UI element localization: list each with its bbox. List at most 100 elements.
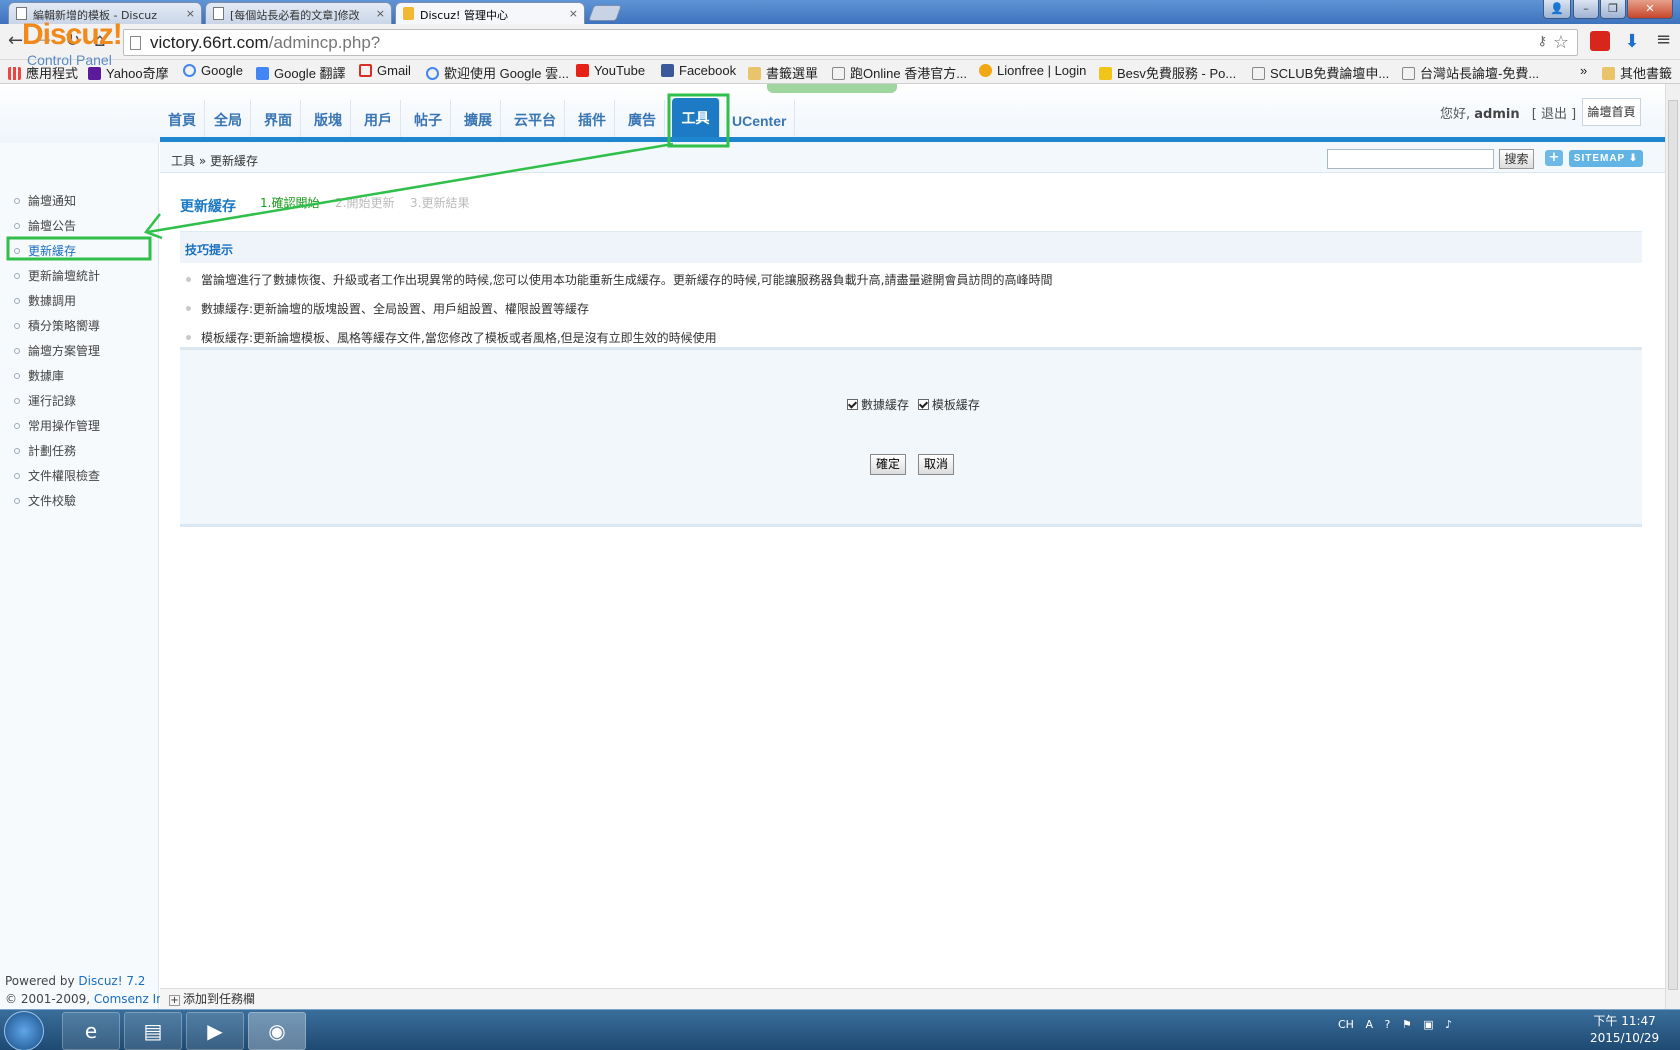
download-icon[interactable]: ⬇ (1622, 31, 1642, 52)
close-window-button[interactable]: ✕ (1627, 0, 1673, 19)
chrome-menu-icon[interactable]: ≡ (1656, 31, 1671, 49)
discuz-logo[interactable]: Discuz! (22, 18, 123, 52)
scrollbar-thumb[interactable] (1668, 100, 1678, 990)
user-profile-icon[interactable]: 👤 (1543, 0, 1571, 19)
discuz-link[interactable]: Discuz! 7.2 (78, 974, 145, 988)
back-button[interactable]: ← (8, 32, 23, 50)
nav-ucenter[interactable]: UCenter (724, 100, 796, 138)
page-icon (213, 7, 224, 20)
network-icon[interactable]: ▣ (1423, 1018, 1433, 1031)
bullet-icon (14, 498, 20, 504)
nav-tools[interactable]: 工具 (672, 98, 720, 138)
flag-icon[interactable]: ⚑ (1402, 1018, 1412, 1031)
media-player-icon[interactable]: ▶ (186, 1012, 244, 1050)
add-shortcut-button[interactable]: + (1545, 150, 1563, 166)
sidebar-item-credit-wizard[interactable]: 積分策略嚮導 (14, 317, 100, 334)
explorer-icon[interactable]: ▤ (124, 1012, 182, 1050)
folder-icon (1602, 67, 1615, 80)
sidebar-item-notice[interactable]: 論壇通知 (14, 192, 76, 209)
sidebar-item-logs[interactable]: 運行記錄 (14, 392, 76, 409)
key-icon[interactable]: ⚷ (1537, 34, 1547, 49)
nav-extensions[interactable]: 擴展 (456, 100, 501, 138)
nav-cloud[interactable]: 云平台 (506, 100, 565, 138)
sidebar-item-common-ops[interactable]: 常用操作管理 (14, 417, 100, 434)
windows-taskbar: e ▤ ▶ ◉ CH A ? ⚑ ▣ ♪ 下午 11:47 2015/10/29 (0, 1009, 1680, 1050)
bullet-icon (14, 398, 20, 404)
search-button[interactable]: 搜索 (1499, 149, 1534, 169)
extension-icon[interactable] (1590, 31, 1610, 51)
nav-ads[interactable]: 廣告 (620, 100, 665, 138)
bookmark-lionfree[interactable]: Lionfree | Login (979, 63, 1086, 78)
bookmark-facebook[interactable]: Facebook (661, 63, 736, 78)
bookmark-youtube[interactable]: YouTube (576, 63, 645, 78)
ie-icon[interactable]: e (62, 1012, 120, 1050)
confirm-button[interactable]: 確定 (870, 454, 906, 475)
forum-home-button[interactable]: 論壇首頁 (1582, 98, 1641, 126)
sidebar-item-file-verify[interactable]: 文件校驗 (14, 492, 76, 509)
logout-link[interactable]: [ 退出 ] (1532, 107, 1576, 122)
bookmarks-overflow-button[interactable]: » (1580, 63, 1587, 78)
other-bookmarks[interactable]: 其他書籤 (1602, 63, 1672, 82)
sidebar-item-database[interactable]: 數據庫 (14, 367, 64, 384)
close-icon[interactable]: × (186, 7, 195, 20)
bookmark-folder[interactable]: 書籤選單 (748, 63, 818, 82)
close-icon[interactable]: × (376, 7, 385, 20)
nav-posts[interactable]: 帖子 (406, 100, 451, 138)
nav-global[interactable]: 全局 (206, 100, 251, 138)
start-button[interactable] (4, 1011, 44, 1050)
sitemap-button[interactable]: SITEMAP ⬇ (1569, 150, 1643, 167)
bullet-icon (14, 198, 20, 204)
bookmark-online-hk[interactable]: 跑Online 香港官方... (832, 63, 967, 82)
sidebar-item-cron[interactable]: 計劃任務 (14, 442, 76, 459)
bookmark-star-icon[interactable]: ☆ (1553, 32, 1569, 53)
nav-home[interactable]: 首頁 (160, 100, 205, 138)
ime-icon[interactable]: A (1365, 1018, 1373, 1031)
chrome-icon[interactable]: ◉ (248, 1012, 306, 1050)
tips-header: 技巧提示 (180, 231, 1642, 263)
nav-forums[interactable]: 版塊 (306, 100, 351, 138)
browser-tab-2[interactable]: [每個站長必看的文章]修改 × (205, 2, 392, 24)
bookmark-tw-webmaster[interactable]: 台灣站長論壇-免費... (1402, 63, 1539, 82)
close-icon[interactable]: × (569, 7, 578, 20)
sidebar-item-update-cache[interactable]: 更新緩存 (14, 242, 76, 259)
bullet-icon (14, 423, 20, 429)
tab-title: [每個站長必看的文章]修改 (230, 9, 360, 22)
nav-users[interactable]: 用戶 (356, 100, 401, 138)
sidebar-item-data-call[interactable]: 數據調用 (14, 292, 76, 309)
bookmark-google[interactable]: Google (183, 63, 243, 78)
nav-interface[interactable]: 界面 (256, 100, 301, 138)
browser-tab-3[interactable]: Discuz! 管理中心 × (395, 2, 585, 25)
search-input[interactable] (1327, 149, 1494, 169)
bookmarks-bar: 應用程式 Yahoo奇摩 Google Google 翻譯 Gmail 歡迎使用… (0, 60, 1680, 84)
bullet-icon (186, 335, 191, 340)
powered-by: Powered by Discuz! 7.2 © 2001-2009, Coms… (5, 974, 175, 1006)
template-cache-checkbox[interactable] (917, 399, 929, 410)
sidebar-item-update-stats[interactable]: 更新論壇統計 (14, 267, 100, 284)
sidebar-item-file-perms[interactable]: 文件權限檢查 (14, 467, 100, 484)
bookmark-google-cloud[interactable]: 歡迎使用 Google 雲... (426, 63, 569, 82)
nav-plugins[interactable]: 插件 (570, 100, 615, 138)
facebook-icon (661, 64, 674, 77)
new-tab-button[interactable] (588, 5, 622, 21)
sidebar-item-announcement[interactable]: 論壇公告 (14, 217, 76, 234)
tip-item: 當論壇進行了數據恢復、升級或者工作出現異常的時候,您可以使用本功能重新生成緩存。… (186, 271, 1052, 288)
url-bar[interactable]: victory.66rt.com/admincp.php? ⚷ ☆ (123, 29, 1578, 56)
volume-icon[interactable]: ♪ (1445, 1018, 1452, 1031)
bookmark-google-translate[interactable]: Google 翻譯 (256, 63, 346, 82)
sidebar-item-scheme[interactable]: 論壇方案管理 (14, 342, 100, 359)
bookmark-besv[interactable]: Besv免費服務 - Po... (1099, 63, 1236, 82)
add-to-taskbar[interactable]: + 添加到任務欄 (169, 990, 255, 1007)
maximize-button[interactable]: ❐ (1600, 0, 1626, 19)
language-indicator[interactable]: CH (1338, 1018, 1354, 1031)
google-icon (426, 67, 439, 80)
bookmark-sclub[interactable]: SCLUB免費論壇申... (1252, 63, 1389, 82)
cancel-button[interactable]: 取消 (918, 454, 954, 475)
bookmark-gmail[interactable]: Gmail (359, 63, 411, 78)
data-cache-checkbox[interactable] (847, 399, 858, 410)
clock[interactable]: 下午 11:47 2015/10/29 (1590, 1013, 1659, 1047)
minimize-button[interactable]: – (1573, 0, 1599, 19)
help-icon[interactable]: ? (1384, 1018, 1390, 1031)
lionfree-icon (979, 64, 992, 77)
vertical-scrollbar[interactable] (1665, 84, 1680, 1009)
nav-underline (160, 137, 1665, 142)
